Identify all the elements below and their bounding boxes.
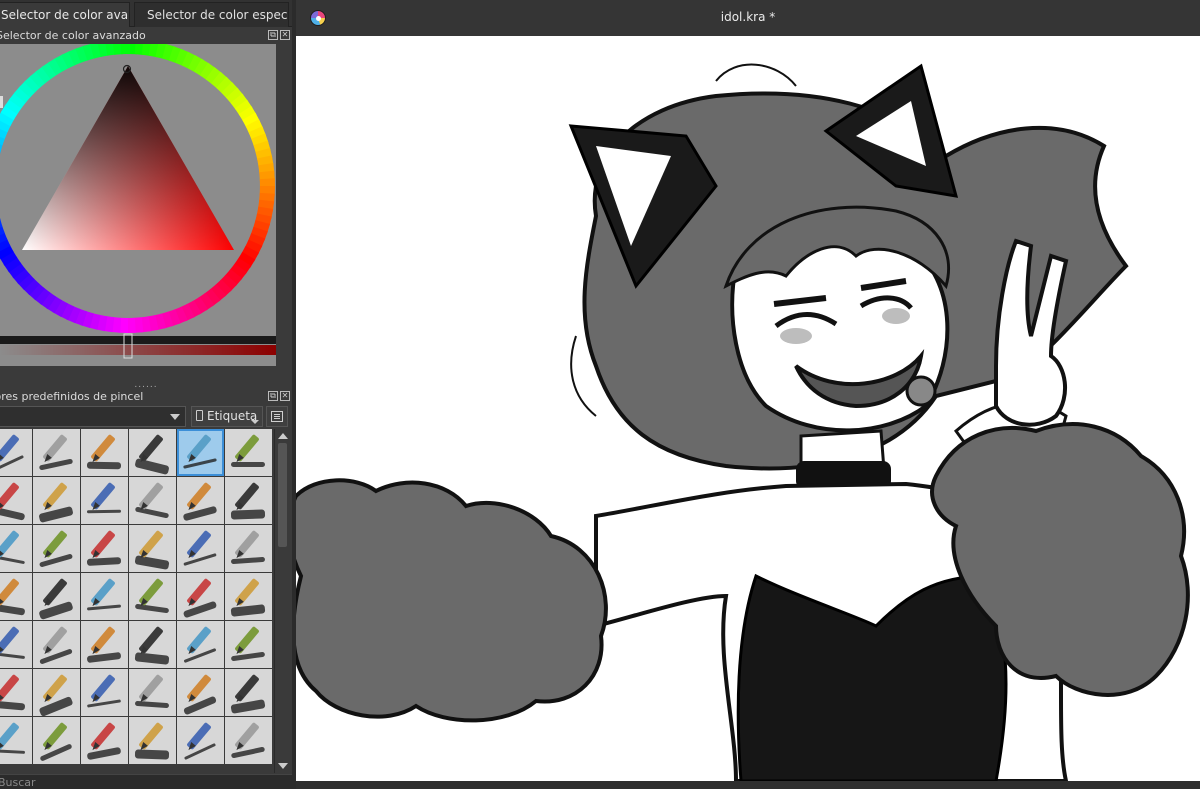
view-mode-button[interactable] bbox=[266, 406, 288, 427]
brush-preset-pencil-blue[interactable] bbox=[225, 477, 272, 524]
preset-search-input[interactable]: Buscar bbox=[0, 774, 292, 789]
color-swatch-marker bbox=[0, 96, 3, 108]
tag-dropdown[interactable] bbox=[0, 406, 186, 427]
stroke-preview bbox=[0, 554, 25, 565]
brush-preset-pen-blue[interactable] bbox=[177, 429, 224, 476]
brush-preset-brush-gold[interactable] bbox=[129, 717, 176, 764]
brush-preset-pencil-2[interactable] bbox=[33, 477, 80, 524]
brush-preset-marker-blue[interactable] bbox=[33, 429, 80, 476]
chevron-down-icon bbox=[170, 414, 180, 420]
brush-preset-brush-paint[interactable] bbox=[177, 621, 224, 668]
chevron-down-icon bbox=[251, 420, 259, 424]
brush-preset-marker-yellow[interactable] bbox=[33, 573, 80, 620]
stroke-preview bbox=[0, 506, 26, 521]
brush-preset-eraser[interactable] bbox=[0, 429, 32, 476]
tag-button-label: Etiqueta bbox=[207, 409, 258, 423]
color-wheel[interactable] bbox=[0, 44, 276, 366]
brush-preset-pencil-3[interactable] bbox=[0, 525, 32, 572]
brush-preset-brush-dry[interactable] bbox=[177, 573, 224, 620]
brush-preset-marker-red[interactable] bbox=[0, 621, 32, 668]
tag-button[interactable]: Etiqueta bbox=[191, 406, 263, 427]
brush-preset-brush-rough[interactable] bbox=[129, 525, 176, 572]
color-selector-title: Selector de color avanzado bbox=[0, 29, 146, 42]
scroll-down-icon[interactable] bbox=[278, 763, 288, 769]
list-view-icon bbox=[271, 411, 283, 422]
float-icon[interactable]: ⧉ bbox=[268, 391, 278, 401]
brush-preset-pen-dark[interactable] bbox=[177, 717, 224, 764]
brush-preset-pencil-4[interactable] bbox=[33, 525, 80, 572]
brush-preset-crayon-green[interactable] bbox=[177, 525, 224, 572]
brush-preset-brush-splat[interactable] bbox=[177, 669, 224, 716]
brush-preset-pencil[interactable] bbox=[0, 477, 32, 524]
brush-preset-crayon[interactable] bbox=[33, 717, 80, 764]
brush-preset-brush-wet[interactable] bbox=[129, 621, 176, 668]
brush-preset-smudge[interactable] bbox=[81, 429, 128, 476]
left-dock: Selector de color avanza... Selector de … bbox=[0, 0, 292, 789]
brush-preset-pen-5[interactable] bbox=[0, 573, 32, 620]
scroll-thumb[interactable] bbox=[278, 443, 287, 547]
stroke-preview bbox=[0, 700, 26, 711]
brush-preset-brush-dust[interactable] bbox=[225, 669, 272, 716]
float-icon[interactable]: ⧉ bbox=[268, 30, 278, 40]
stroke-preview bbox=[134, 749, 170, 760]
brush-preset-brush-bristle[interactable] bbox=[225, 621, 272, 668]
brush-preset-brush-green[interactable] bbox=[81, 621, 128, 668]
brush-preset-stamp[interactable] bbox=[0, 717, 32, 764]
stroke-preview bbox=[86, 461, 122, 470]
stroke-preview bbox=[231, 462, 265, 467]
document-title: idol.kra * bbox=[720, 10, 776, 24]
brush-preset-pen-curve[interactable] bbox=[81, 525, 128, 572]
brush-preset-marker-cyan[interactable] bbox=[33, 621, 80, 668]
close-icon[interactable]: ✕ bbox=[280, 391, 290, 401]
scroll-up-icon[interactable] bbox=[278, 433, 288, 439]
preset-toolbar: Etiqueta bbox=[0, 406, 292, 428]
brush-preset-brush-texture[interactable] bbox=[129, 669, 176, 716]
brush-presets-header: Valores predefinidos de pincel ⧉ ✕ bbox=[0, 389, 292, 405]
tab-specific-color-selector[interactable]: Selector de color especifi... bbox=[134, 2, 289, 27]
brush-preset-ink-pen[interactable] bbox=[225, 429, 272, 476]
drawing-canvas[interactable] bbox=[296, 36, 1200, 781]
brush-preset-brush-fine[interactable] bbox=[177, 477, 224, 524]
document-titlebar: idol.kra * bbox=[296, 0, 1200, 36]
brush-presets-title: Valores predefinidos de pincel bbox=[0, 390, 144, 403]
brush-preset-chalk[interactable] bbox=[0, 669, 32, 716]
close-icon[interactable]: ✕ bbox=[280, 30, 290, 40]
document-window: idol.kra * bbox=[296, 0, 1200, 789]
color-selector-canvas[interactable] bbox=[0, 44, 276, 366]
brush-preset-brush-copper[interactable] bbox=[81, 717, 128, 764]
bookmark-icon bbox=[196, 410, 203, 421]
dock-spacer bbox=[276, 44, 292, 366]
brush-preset-texture[interactable] bbox=[225, 525, 272, 572]
brush-preset-brush-orange[interactable] bbox=[129, 477, 176, 524]
dock-tabbar: Selector de color avanza... Selector de … bbox=[0, 0, 292, 27]
stroke-preview bbox=[230, 509, 266, 520]
brush-preset-charcoal[interactable] bbox=[33, 669, 80, 716]
stroke-preview bbox=[0, 651, 26, 660]
brush-preset-roller[interactable] bbox=[81, 669, 128, 716]
canvas-horizontal-scrollbar[interactable] bbox=[296, 781, 1200, 789]
preset-scrollbar[interactable] bbox=[274, 429, 290, 773]
artwork-illustration bbox=[296, 63, 1190, 781]
brush-preset-brush-soft[interactable] bbox=[81, 573, 128, 620]
brush-preset-grid bbox=[0, 429, 274, 773]
color-selector-header: Selector de color avanzado ⧉ ✕ bbox=[0, 28, 292, 44]
brush-preset-brush-brown[interactable] bbox=[225, 717, 272, 764]
brush-preset-pen-blue-2[interactable] bbox=[225, 573, 272, 620]
brush-preset-ink-brush[interactable] bbox=[81, 477, 128, 524]
stroke-preview bbox=[0, 603, 26, 616]
dock-splitter[interactable]: ...... bbox=[0, 381, 292, 390]
brush-preset-brush-flat[interactable] bbox=[129, 573, 176, 620]
stroke-preview bbox=[0, 749, 26, 754]
brush-preset-airbrush[interactable] bbox=[129, 429, 176, 476]
tab-advanced-color-selector[interactable]: Selector de color avanza... bbox=[0, 2, 130, 27]
